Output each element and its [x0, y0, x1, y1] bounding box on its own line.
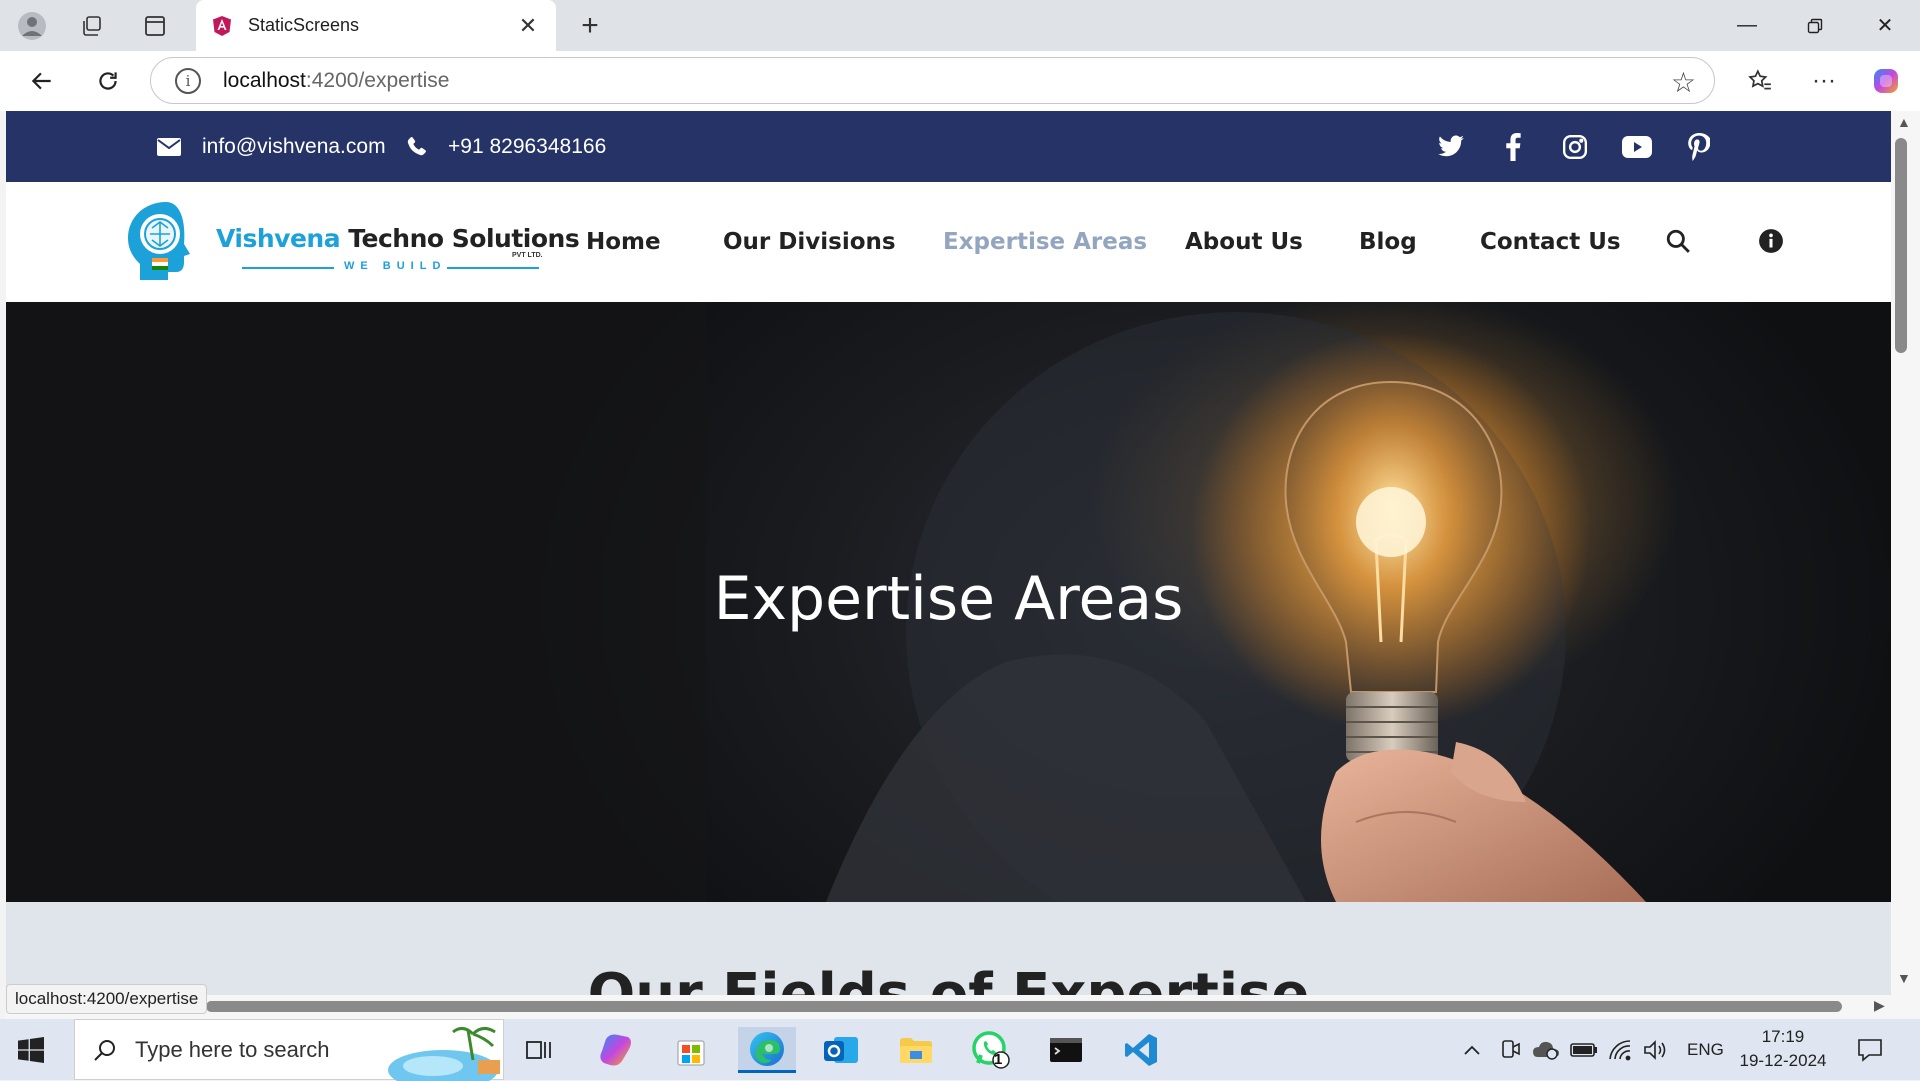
logo-suffix: PVT LTD.	[512, 252, 543, 259]
copilot-taskbar-icon[interactable]	[587, 1027, 645, 1073]
youtube-icon[interactable]	[1621, 131, 1653, 163]
new-tab-button[interactable]: +	[572, 8, 608, 44]
logo-tagline: WE BUILD	[344, 260, 447, 272]
horizontal-scroll-thumb[interactable]	[206, 1001, 1842, 1012]
browser-tab-bar: StaticScreens ✕ + — ✕	[0, 0, 1920, 51]
main-navbar: Vishvena Techno Solutions PVT LTD. WE BU…	[6, 182, 1891, 302]
nav-item-expertise-areas[interactable]: Expertise Areas	[943, 182, 1147, 302]
search-highlight-image	[388, 1027, 500, 1081]
twitter-icon[interactable]	[1435, 131, 1467, 163]
scroll-down-arrow-icon[interactable]: ▼	[1897, 970, 1911, 986]
clock-time: 17:19	[1761, 1027, 1805, 1046]
instagram-icon[interactable]	[1559, 131, 1591, 163]
angular-favicon-icon	[213, 15, 231, 36]
profile-icon[interactable]	[14, 8, 50, 44]
clock-date: 19-12-2024	[1739, 1051, 1827, 1070]
close-window-button[interactable]: ✕	[1852, 0, 1918, 51]
taskbar-search-placeholder: Type here to search	[135, 1036, 330, 1062]
nav-item-about-us[interactable]: About Us	[1185, 182, 1303, 302]
url-path: :4200/expertise	[305, 68, 450, 92]
tab-title: StaticScreens	[248, 15, 360, 35]
favorite-star-icon[interactable]: ☆	[1671, 66, 1696, 99]
address-bar-row: i localhost:4200/expertise ☆ ···	[0, 51, 1920, 111]
hero-title: Expertise Areas	[713, 564, 1184, 634]
nav-item-contact-us[interactable]: Contact Us	[1480, 182, 1621, 302]
logo-wordmark: Vishvena Techno Solutions	[216, 224, 580, 253]
whatsapp-badge: 1	[994, 1051, 1003, 1068]
file-explorer-icon[interactable]	[887, 1027, 945, 1073]
outlook-icon[interactable]	[812, 1027, 870, 1073]
logo-name-primary: Vishvena	[216, 224, 341, 253]
battery-icon	[1570, 1019, 1598, 1080]
site-info-icon[interactable]: i	[175, 67, 201, 94]
task-view-icon[interactable]	[510, 1027, 568, 1073]
phone-icon	[407, 136, 426, 155]
microsoft-store-icon[interactable]	[662, 1027, 720, 1073]
onedrive-icon[interactable]	[1532, 1019, 1560, 1080]
logo-name-secondary: Techno Solutions	[348, 224, 580, 253]
fields-of-expertise-section: Our Fields of Expertise	[6, 902, 1891, 995]
wifi-icon[interactable]	[1608, 1019, 1632, 1080]
email-text: info@vishvena.com	[202, 134, 386, 158]
edge-browser-icon[interactable]	[738, 1027, 796, 1073]
url-field[interactable]: i localhost:4200/expertise ☆	[150, 57, 1715, 104]
whatsapp-icon[interactable]: 1	[962, 1027, 1020, 1073]
back-button[interactable]	[22, 61, 62, 101]
nav-item-home[interactable]: Home	[586, 182, 661, 302]
search-icon	[94, 1039, 115, 1061]
workspaces-icon[interactable]	[74, 8, 110, 44]
top-contact-bar: info@vishvena.com +91 8296348166	[6, 111, 1891, 182]
terminal-icon[interactable]	[1037, 1027, 1095, 1073]
pinterest-icon[interactable]	[1683, 131, 1715, 163]
reload-button[interactable]	[88, 61, 128, 101]
system-clock[interactable]: 17:19 19-12-2024	[1738, 1025, 1828, 1073]
volume-icon[interactable]	[1642, 1019, 1668, 1080]
tab-staticscreens[interactable]: StaticScreens ✕	[196, 0, 556, 51]
vertical-scroll-thumb[interactable]	[1895, 138, 1907, 353]
phone-text: +91 8296348166	[448, 134, 607, 158]
nav-item-blog[interactable]: Blog	[1359, 182, 1417, 302]
scroll-up-arrow-icon[interactable]: ▲	[1897, 114, 1911, 130]
restore-button[interactable]	[1782, 0, 1848, 51]
favorites-icon[interactable]	[1742, 63, 1778, 99]
url-host: localhost	[223, 68, 306, 92]
section-title: Our Fields of Expertise	[587, 962, 1310, 995]
envelope-icon	[157, 137, 181, 156]
phone-contact[interactable]: +91 8296348166	[404, 111, 606, 182]
vscode-icon[interactable]	[1112, 1027, 1170, 1073]
search-icon[interactable]	[1661, 224, 1695, 258]
tab-actions-icon[interactable]	[137, 8, 173, 44]
page-viewport: info@vishvena.com +91 8296348166 Vishven…	[6, 111, 1891, 995]
show-hidden-icons-chevron-icon[interactable]	[1462, 1019, 1482, 1080]
logo-divider-right	[447, 267, 539, 269]
minimize-button[interactable]: —	[1714, 0, 1780, 51]
info-icon[interactable]	[1754, 224, 1788, 258]
close-tab-icon[interactable]: ✕	[514, 13, 542, 39]
logo-divider-left	[242, 267, 334, 269]
link-status-tooltip: localhost:4200/expertise	[6, 984, 208, 1014]
taskbar-search-box[interactable]: Type here to search	[74, 1019, 504, 1081]
company-logo[interactable]: Vishvena Techno Solutions PVT LTD. WE BU…	[122, 198, 580, 286]
windows-taskbar: Type here to search 1 ENG 17:19 19-12-20…	[0, 1019, 1920, 1081]
nav-item-our-divisions[interactable]: Our Divisions	[723, 182, 896, 302]
email-contact[interactable]: info@vishvena.com	[156, 111, 386, 182]
more-options-icon[interactable]: ···	[1806, 63, 1842, 99]
facebook-icon[interactable]	[1497, 131, 1529, 163]
start-button[interactable]	[12, 1031, 50, 1069]
brain-head-logo-icon	[128, 202, 190, 280]
notifications-icon[interactable]	[1857, 1019, 1883, 1080]
meet-now-icon[interactable]	[1500, 1019, 1522, 1080]
language-indicator[interactable]: ENG	[1687, 1019, 1724, 1080]
scroll-right-arrow-icon[interactable]: ▶	[1874, 997, 1885, 1014]
social-links	[1435, 111, 1715, 182]
hero-banner: Expertise Areas	[6, 302, 1891, 902]
copilot-icon[interactable]	[1868, 63, 1904, 99]
